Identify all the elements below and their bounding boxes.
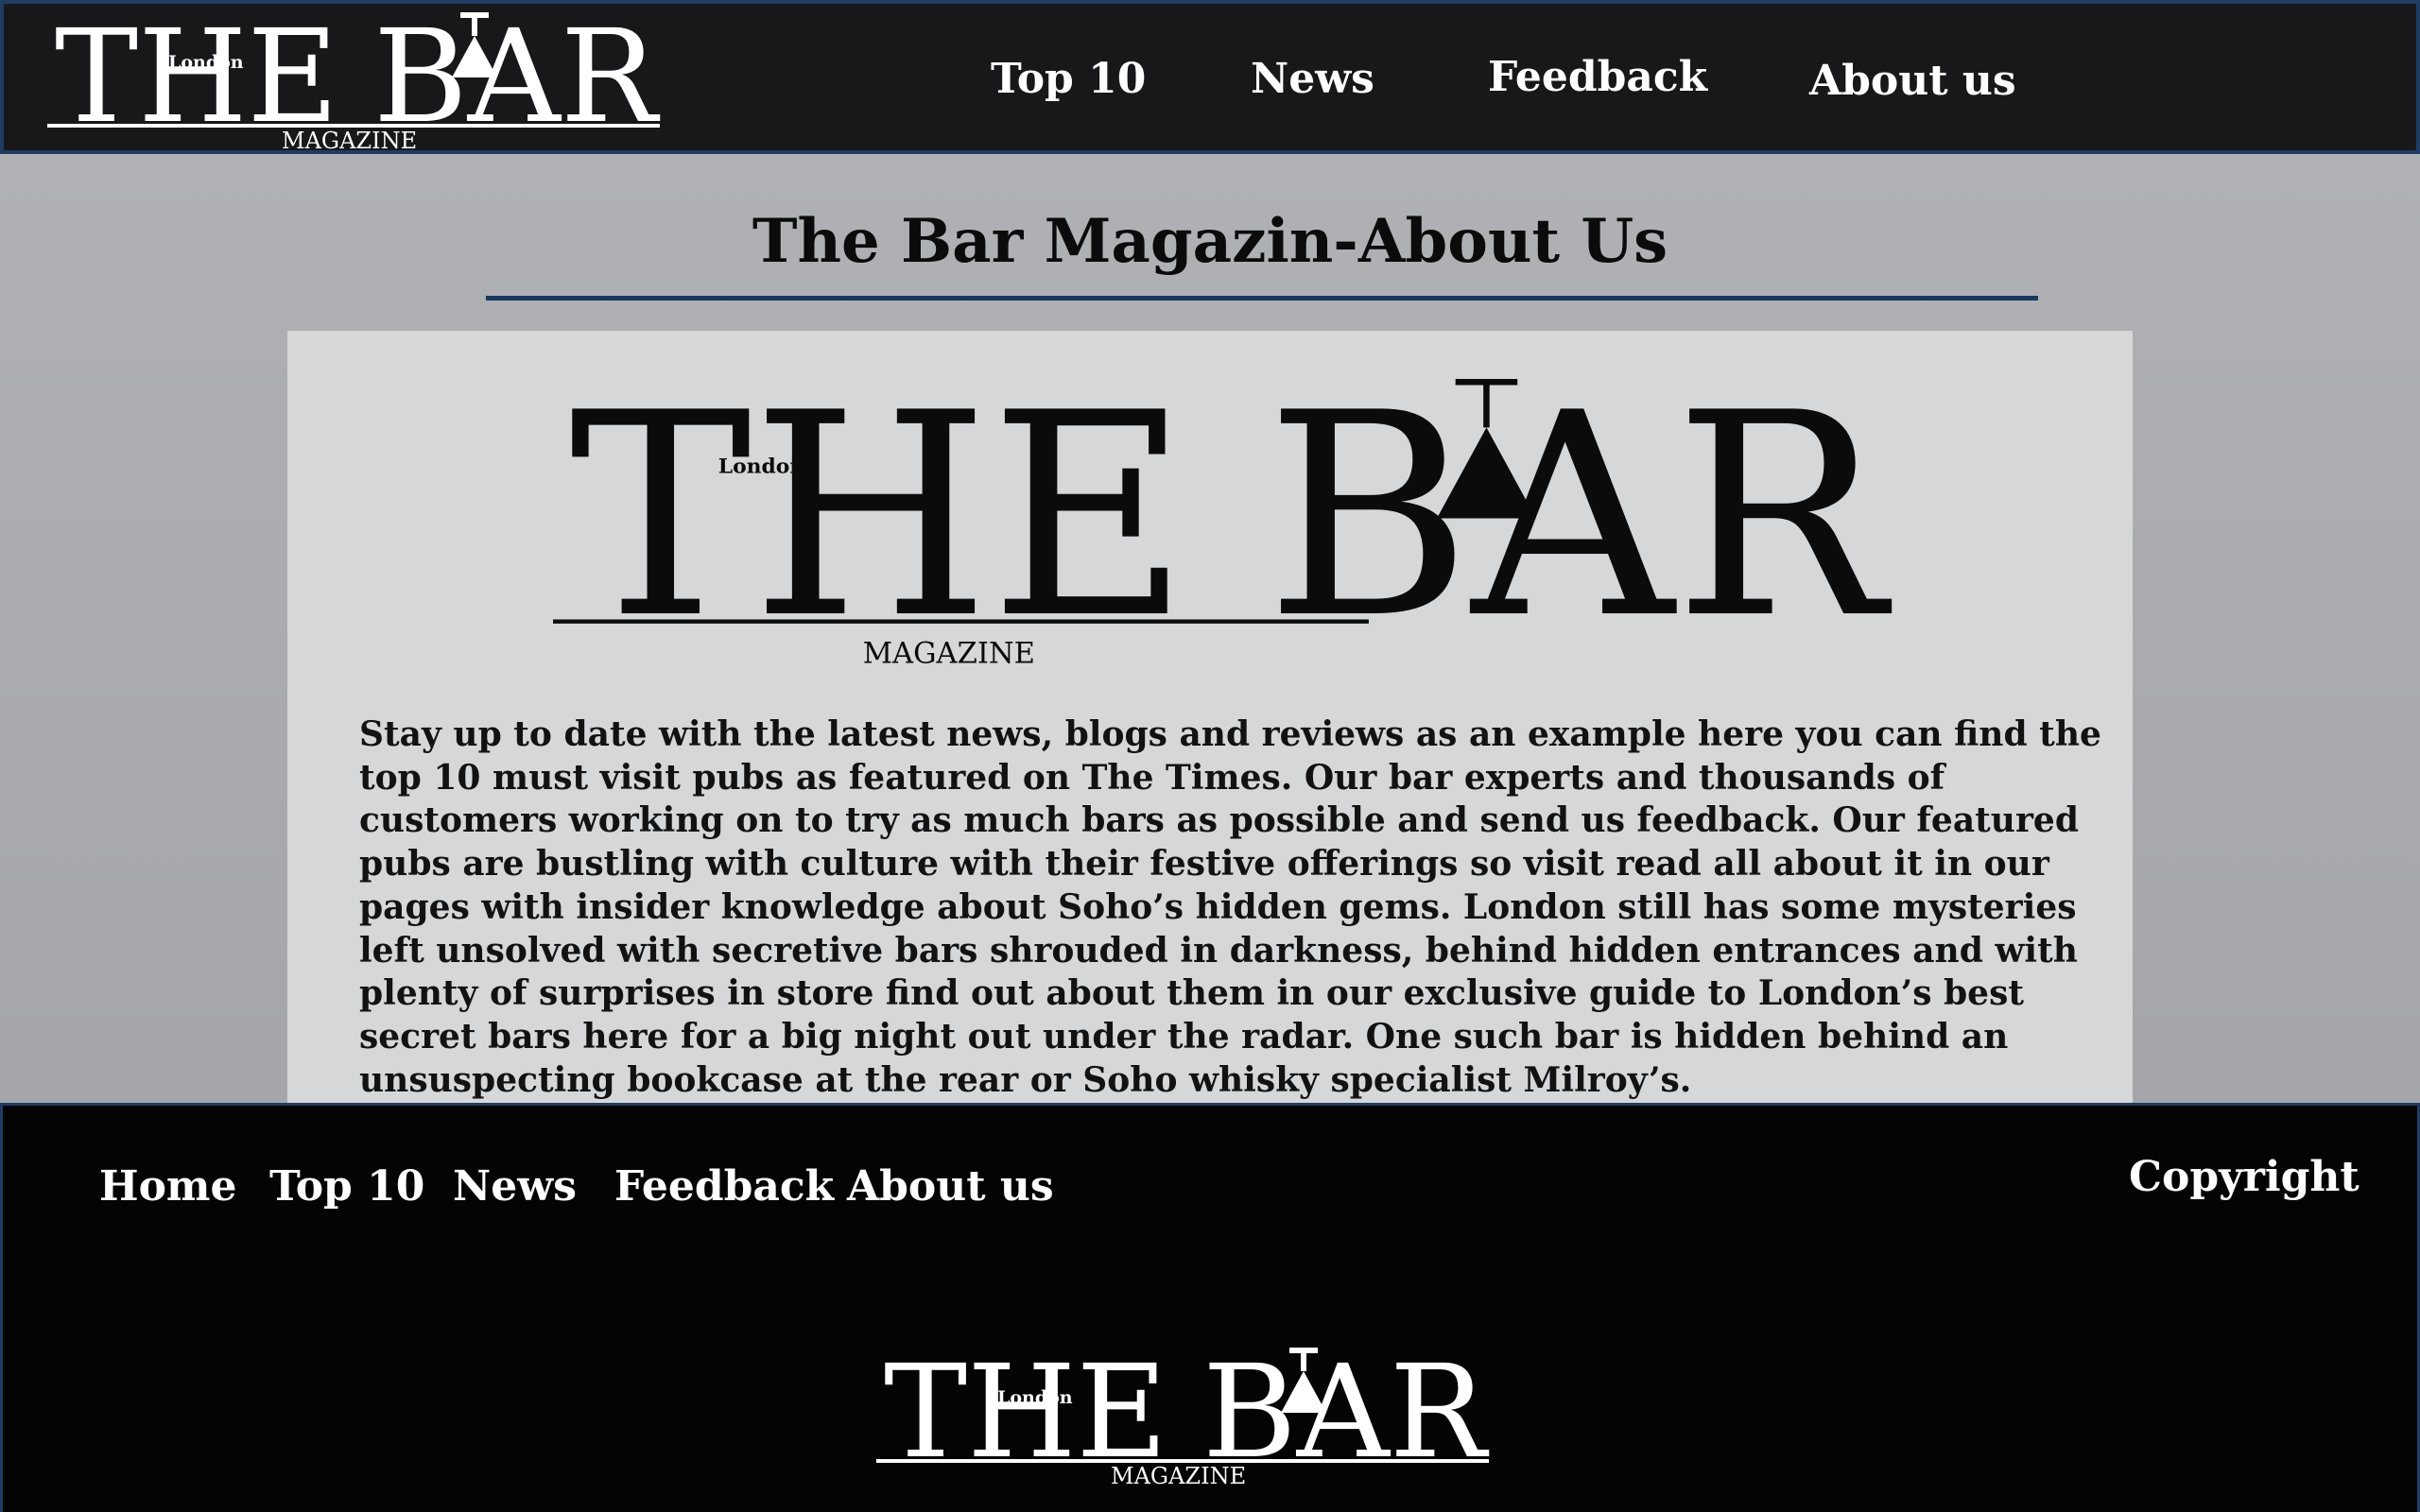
logo-magazine-text: MAGAZINE (1111, 1463, 1246, 1486)
logo-london-text: London (168, 52, 244, 73)
logo-the-text: THE (569, 364, 1188, 680)
logo-bar-text: BAR (1266, 364, 1893, 680)
header-nav-feedback[interactable]: Feedback (1488, 53, 1707, 101)
logo-london-text: London (718, 454, 805, 478)
logo-london-text: London (997, 1387, 1073, 1408)
logo-magazine-text: MAGAZINE (863, 637, 1035, 670)
about-logo: THE BAR London MAGAZINE (553, 364, 1893, 680)
header-nav-news[interactable]: News (1251, 55, 1374, 103)
header-logo-link[interactable]: THE BAR London MAGAZINE (47, 3, 662, 154)
page-title: The Bar Magazin-About Us (752, 206, 1668, 277)
logo-magazine-text: MAGAZINE (282, 128, 417, 151)
about-panel: THE BAR London MAGAZINE Stay up to date … (287, 331, 2133, 1106)
copyright-link[interactable]: Copyright (2129, 1153, 2360, 1201)
footer-nav-top10[interactable]: Top 10 (269, 1162, 424, 1211)
site-footer: Home Top 10 News Feedback About us Copyr… (0, 1103, 2420, 1512)
header-nav-about[interactable]: About us (1809, 57, 2016, 105)
footer-nav-feedback[interactable]: Feedback (614, 1162, 834, 1211)
footer-nav-home[interactable]: Home (99, 1162, 236, 1211)
footer-logo-link[interactable]: THE BAR London MAGAZINE (876, 1338, 1491, 1489)
header-logo: THE BAR London MAGAZINE (47, 3, 661, 154)
footer-nav-about[interactable]: About us (847, 1162, 1054, 1211)
footer-nav-news[interactable]: News (453, 1162, 577, 1211)
header-nav-top10[interactable]: Top 10 (991, 55, 1146, 103)
title-divider (486, 296, 2038, 301)
about-body-text: Stay up to date with the latest news, bl… (359, 714, 2101, 1100)
footer-logo: THE BAR London MAGAZINE (876, 1338, 1490, 1489)
site-header: THE BAR London MAGAZINE Top 10 News Feed… (0, 0, 2420, 154)
